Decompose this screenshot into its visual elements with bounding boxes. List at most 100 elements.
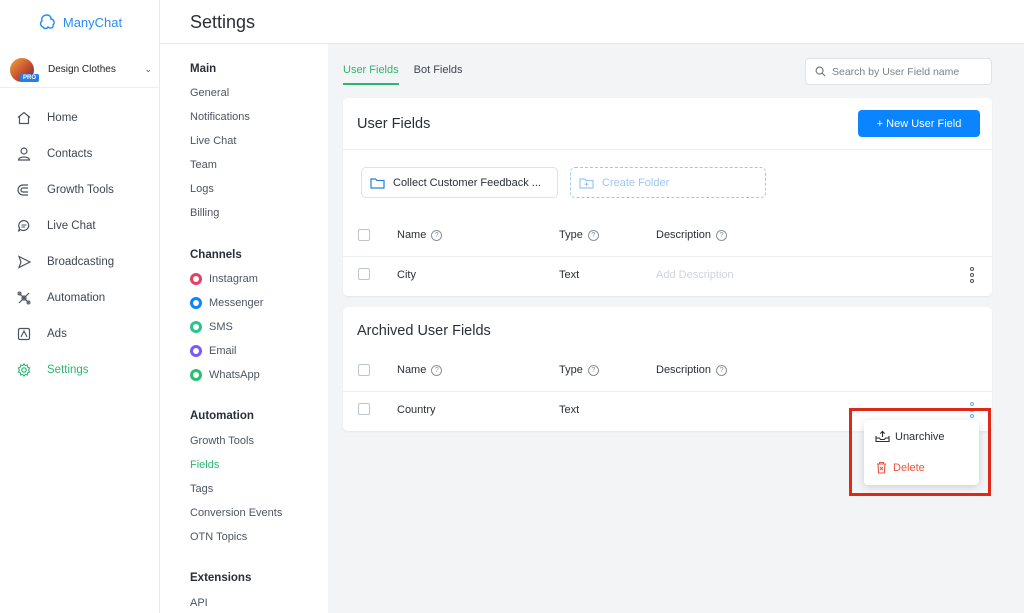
main-content: User Fields Bot Fields User Fields + New… <box>328 44 1024 613</box>
row-checkbox[interactable] <box>358 403 370 415</box>
delete-menu-item[interactable]: Delete <box>875 461 925 474</box>
submenu-item-sms[interactable]: SMS <box>190 321 233 333</box>
nav-item-label: Growth Tools <box>47 184 114 196</box>
nav-item-label: Home <box>47 112 78 124</box>
nav-item-settings[interactable]: Settings <box>0 352 160 388</box>
column-label: Description <box>656 229 712 241</box>
chevron-down-icon: ⌄ <box>144 64 152 74</box>
help-icon[interactable]: ? <box>431 229 443 241</box>
email-icon <box>190 345 202 357</box>
submenu-item-whatsapp[interactable]: WhatsApp <box>190 369 260 381</box>
tab-bot-fields[interactable]: Bot Fields <box>414 64 463 85</box>
instagram-icon <box>190 273 202 285</box>
pro-badge: PRO <box>20 73 40 82</box>
help-icon[interactable]: ? <box>587 364 599 376</box>
nav-item-label: Broadcasting <box>47 256 115 268</box>
submenu-heading-automation: Automation <box>190 410 254 422</box>
field-name[interactable]: Country <box>397 404 436 416</box>
messenger-icon <box>190 297 202 309</box>
folder-icon <box>370 177 385 189</box>
tab-user-fields[interactable]: User Fields <box>343 64 399 85</box>
send-icon <box>16 254 32 270</box>
help-icon[interactable]: ? <box>431 364 443 376</box>
folder-plus-icon <box>579 177 594 189</box>
submenu-item-conversion-events[interactable]: Conversion Events <box>190 507 282 519</box>
select-all-checkbox[interactable] <box>358 229 370 241</box>
submenu-item-logs[interactable]: Logs <box>190 183 214 195</box>
submenu-item-otn-topics[interactable]: OTN Topics <box>190 531 247 543</box>
field-type: Text <box>559 404 580 416</box>
whatsapp-icon <box>190 369 202 381</box>
sms-icon <box>190 321 202 333</box>
search-icon <box>815 66 826 77</box>
more-options-icon[interactable] <box>969 267 975 283</box>
channel-label: Email <box>209 345 237 357</box>
nav-item-broadcasting[interactable]: Broadcasting <box>0 244 160 280</box>
create-folder-button[interactable]: Create Folder <box>570 167 766 198</box>
trash-icon <box>877 461 886 474</box>
field-tabs: User Fields Bot Fields <box>343 64 463 85</box>
column-label: Type <box>559 229 583 241</box>
column-header-name: Name ? <box>397 229 443 241</box>
submenu-item-live-chat[interactable]: Live Chat <box>190 135 236 147</box>
magnet-icon <box>16 182 32 198</box>
unarchive-label: Unarchive <box>895 430 945 443</box>
submenu-item-general[interactable]: General <box>190 87 229 99</box>
nav-item-contacts[interactable]: Contacts <box>0 136 160 172</box>
account-switcher[interactable]: PRO Design Clothes ⌄ <box>0 52 160 88</box>
unarchive-menu-item[interactable]: Unarchive <box>875 430 945 443</box>
new-user-field-button[interactable]: + New User Field <box>858 110 980 137</box>
submenu-item-instagram[interactable]: Instagram <box>190 273 258 285</box>
field-name[interactable]: City <box>397 269 416 281</box>
search-input[interactable] <box>832 65 982 78</box>
main-nav: Home Contacts Growth Tools Live Chat Bro… <box>0 100 160 388</box>
submenu-item-team[interactable]: Team <box>190 159 217 171</box>
nav-item-live-chat[interactable]: Live Chat <box>0 208 160 244</box>
submenu-item-billing[interactable]: Billing <box>190 207 219 219</box>
channel-label: WhatsApp <box>209 369 260 381</box>
row-checkbox[interactable] <box>358 268 370 280</box>
submenu-heading-main: Main <box>190 63 217 75</box>
table-header-row: Name ? Type ? Description ? <box>343 352 992 390</box>
page-title: Settings <box>190 12 256 32</box>
add-description-field[interactable]: Add Description <box>656 269 734 281</box>
submenu-item-tags[interactable]: Tags <box>190 483 213 495</box>
submenu-item-messenger[interactable]: Messenger <box>190 297 263 309</box>
search-box[interactable] <box>805 58 992 85</box>
more-options-icon[interactable] <box>969 402 975 418</box>
nav-item-growth-tools[interactable]: Growth Tools <box>0 172 160 208</box>
submenu-item-api[interactable]: API <box>190 597 208 609</box>
nav-item-label: Settings <box>47 364 89 376</box>
column-header-type: Type ? <box>559 229 599 241</box>
submenu-item-fields[interactable]: Fields <box>190 459 219 471</box>
field-type: Text <box>559 269 580 281</box>
nav-item-label: Contacts <box>47 148 93 160</box>
divider <box>343 149 992 150</box>
nav-item-home[interactable]: Home <box>0 100 160 136</box>
submenu-item-email[interactable]: Email <box>190 345 237 357</box>
help-icon[interactable]: ? <box>587 229 599 241</box>
nav-item-label: Ads <box>47 328 67 340</box>
column-label: Name <box>397 364 427 376</box>
archived-fields-title: Archived User Fields <box>357 323 491 339</box>
select-all-checkbox[interactable] <box>358 364 370 376</box>
submenu-item-growth-tools[interactable]: Growth Tools <box>190 435 254 447</box>
folder-collect-customer-feedback[interactable]: Collect Customer Feedback ... <box>361 167 558 198</box>
user-icon <box>16 146 32 162</box>
account-name: Design Clothes <box>48 64 116 75</box>
nav-item-ads[interactable]: Ads <box>0 316 160 352</box>
help-icon[interactable]: ? <box>716 364 728 376</box>
archived-fields-card: Archived User Fields Name ? Type ? Descr… <box>343 307 992 431</box>
help-icon[interactable]: ? <box>716 229 728 241</box>
nav-item-automation[interactable]: Automation <box>0 280 160 316</box>
ads-icon <box>16 326 32 342</box>
nav-item-label: Automation <box>47 292 106 304</box>
user-fields-title: User Fields <box>357 116 431 132</box>
table-header-row: Name ? Type ? Description ? <box>343 217 992 255</box>
submenu-item-notifications[interactable]: Notifications <box>190 111 250 123</box>
delete-label: Delete <box>893 461 925 474</box>
manychat-logo[interactable]: ManyChat <box>0 0 159 44</box>
folder-name: Collect Customer Feedback ... <box>393 176 541 189</box>
column-header-type: Type ? <box>559 364 599 376</box>
column-label: Type <box>559 364 583 376</box>
